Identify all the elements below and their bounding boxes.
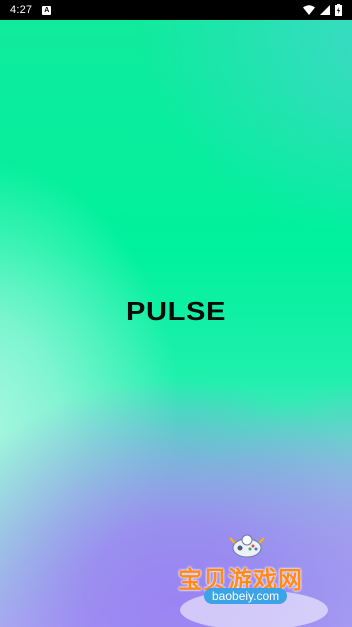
wifi-icon [303, 5, 315, 15]
status-bar: 4:27 A [0, 0, 352, 20]
splash-screen: 4:27 A PULSE 宝贝游戏网 baobeiy.com [0, 0, 352, 627]
status-time: 4:27 [10, 4, 33, 16]
status-icons [303, 4, 342, 16]
battery-icon [335, 4, 342, 16]
signal-icon [320, 5, 330, 15]
notification-icon: A [42, 5, 52, 15]
watermark: 宝贝游戏网 baobeiy.com [172, 530, 352, 627]
watermark-url: baobeiy.com [204, 588, 288, 604]
app-logo: PULSE [126, 296, 226, 326]
